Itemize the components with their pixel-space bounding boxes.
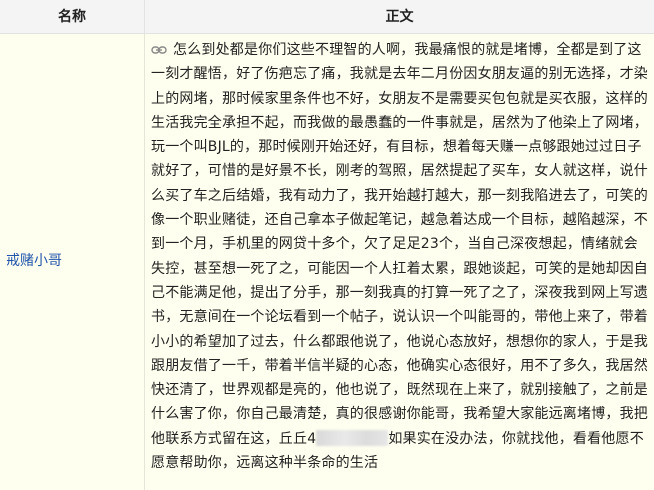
column-header-body: 正文 (145, 0, 654, 34)
body-text-part1: 怎么到处都是你们这些不理智的人啊，我最痛恨的就是堵博，全都是到了这一刻才醒悟，好… (151, 42, 648, 447)
name-cell: 戒赌小哥 (0, 34, 145, 490)
link-icon (151, 46, 167, 54)
body-cell: 怎么到处都是你们这些不理智的人啊，我最痛恨的就是堵博，全都是到了这一刻才醒悟，好… (151, 38, 648, 475)
posts-table: 名称 正文 戒赌小哥 怎么到处都是你们这些不理智的人啊，我最痛恨的就是堵博，全都… (0, 0, 654, 490)
redacted-contact (316, 429, 389, 446)
table-row: 戒赌小哥 怎么到处都是你们这些不理智的人啊，我最痛恨的就是堵博，全都是到了这一刻… (0, 34, 654, 490)
column-header-name: 名称 (0, 0, 145, 34)
author-link[interactable]: 戒赌小哥 (6, 250, 62, 270)
